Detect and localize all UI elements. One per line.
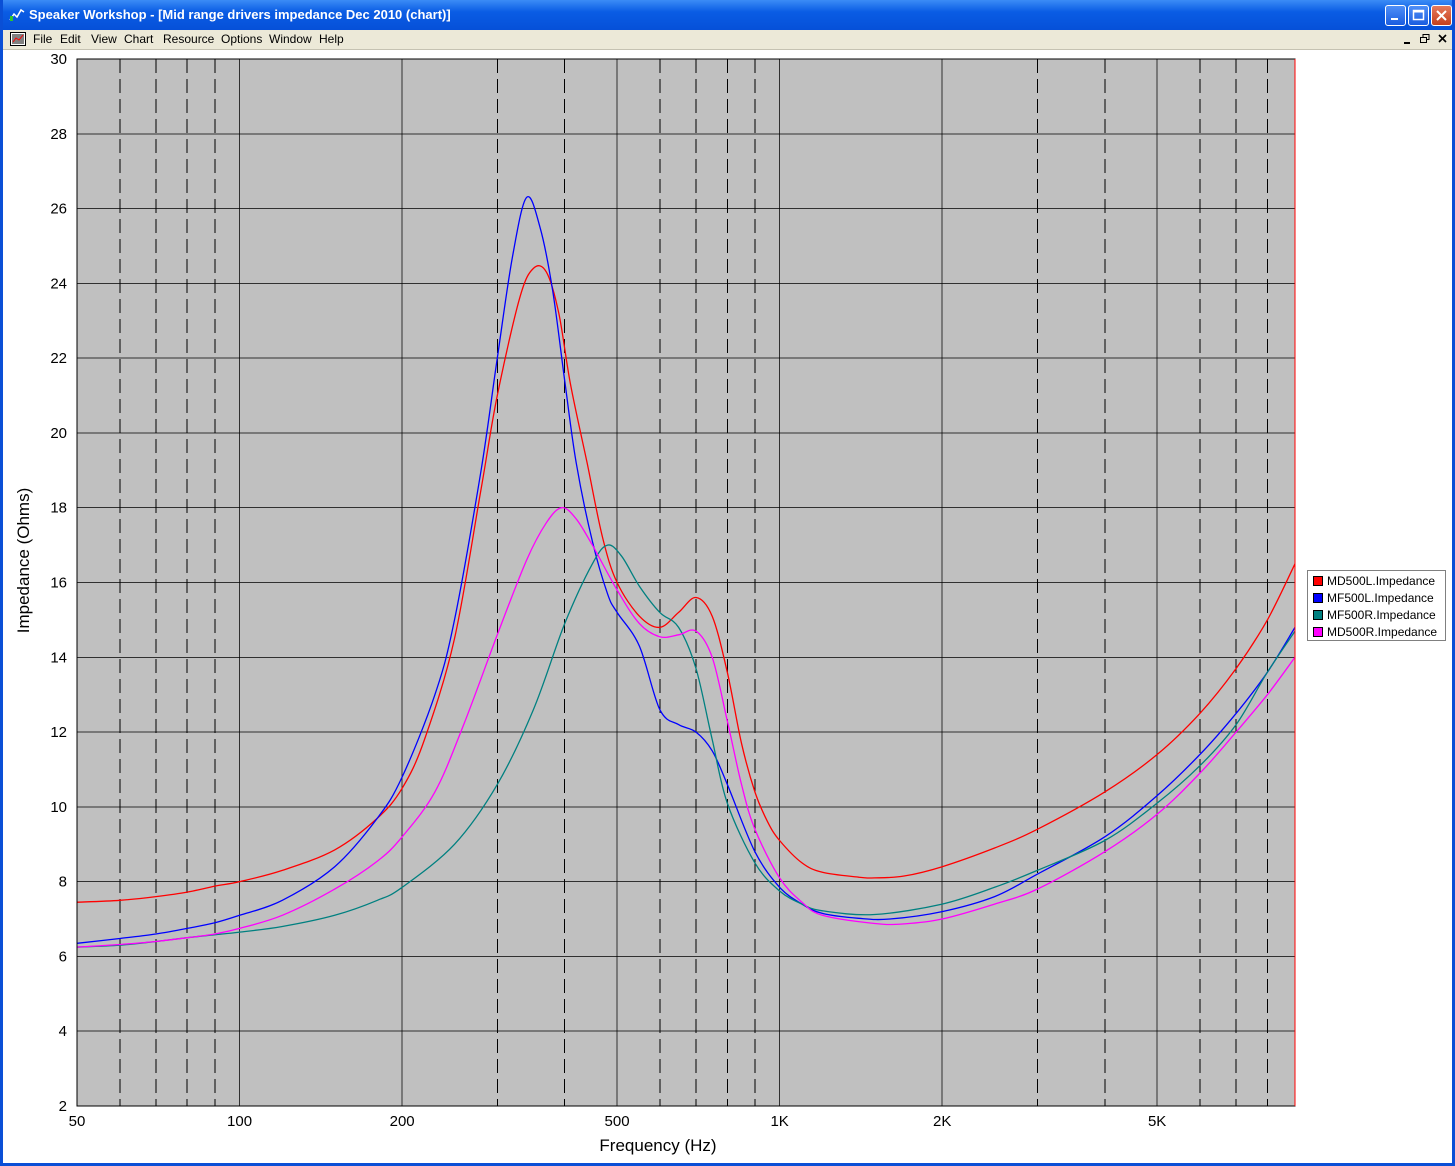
title-bar[interactable]: Speaker Workshop - [Mid range drivers im… [3, 0, 1452, 30]
menu-file[interactable]: File [33, 32, 52, 46]
speaker-chart-icon [9, 8, 25, 21]
y-tick-label: 8 [59, 874, 67, 891]
x-axis-ticks: 50 100 200 500 1K 2K 5K [69, 1113, 1167, 1130]
maximize-icon [1412, 9, 1425, 21]
legend-label: MF500L.Impedance [1327, 591, 1434, 605]
close-icon [1436, 10, 1447, 21]
legend-item[interactable]: MD500R.Impedance [1311, 624, 1445, 640]
mdi-restore-icon [1420, 34, 1430, 43]
y-tick-label: 2 [59, 1098, 67, 1115]
y-tick-label: 20 [50, 425, 67, 442]
menu-help[interactable]: Help [319, 32, 344, 46]
y-axis-ticks: 24681012141618202224262830 [50, 51, 67, 1115]
mdi-close-icon [1438, 34, 1447, 43]
legend-item[interactable]: MD500L.Impedance [1311, 573, 1445, 589]
menu-edit[interactable]: Edit [60, 32, 81, 46]
legend-label: MD500R.Impedance [1327, 625, 1438, 639]
menu-options[interactable]: Options [221, 32, 262, 46]
minimize-icon [1391, 18, 1398, 20]
menu-view[interactable]: View [91, 32, 117, 46]
document-chart-icon[interactable] [10, 32, 26, 46]
y-tick-label: 26 [50, 201, 67, 218]
x-tick-label: 500 [605, 1113, 630, 1130]
mdi-restore-button[interactable] [1418, 32, 1432, 46]
x-tick-label: 100 [227, 1113, 252, 1130]
x-tick-label: 2K [933, 1113, 951, 1130]
menu-resource[interactable]: Resource [163, 32, 214, 46]
legend-item[interactable]: MF500L.Impedance [1311, 590, 1445, 606]
legend-swatch [1313, 610, 1323, 620]
close-button[interactable] [1431, 5, 1452, 26]
menu-window[interactable]: Window [269, 32, 312, 46]
legend-swatch [1313, 627, 1323, 637]
mdi-close-button[interactable] [1436, 32, 1450, 46]
legend-swatch [1313, 593, 1323, 603]
legend: MD500L.Impedance MF500L.Impedance MF500R… [1307, 570, 1446, 641]
menu-chart[interactable]: Chart [124, 32, 153, 46]
x-axis-label: Frequency (Hz) [599, 1136, 716, 1155]
x-tick-label: 5K [1148, 1113, 1166, 1130]
y-tick-label: 22 [50, 350, 67, 367]
y-tick-label: 4 [59, 1023, 67, 1040]
menu-bar: File Edit View Chart Resource Options Wi… [3, 30, 1452, 50]
legend-label: MD500L.Impedance [1327, 574, 1436, 588]
y-tick-label: 24 [50, 275, 67, 292]
impedance-chart: 24681012141618202224262830 50 100 200 500 1K… [14, 51, 1296, 1155]
y-tick-label: 18 [50, 500, 67, 517]
mdi-minimize-button[interactable] [1401, 32, 1415, 46]
maximize-button[interactable] [1408, 5, 1429, 26]
legend-label: MF500R.Impedance [1327, 608, 1436, 622]
x-tick-label: 200 [390, 1113, 415, 1130]
app-window: Speaker Workshop - [Mid range drivers im… [0, 0, 1455, 1166]
y-axis-label: Impedance (Ohms) [14, 488, 33, 634]
window-title: Speaker Workshop - [Mid range drivers im… [29, 7, 451, 22]
minimize-button[interactable] [1385, 5, 1406, 26]
x-tick-label: 50 [69, 1113, 86, 1130]
y-tick-label: 10 [50, 799, 67, 816]
chart-document: 2 4 6 8 10 12 14 16 18 20 22 24 26 28 30 50 100 200 500 1K… [3, 50, 1452, 1163]
y-tick-label: 28 [50, 126, 67, 143]
mdi-minimize-icon [1404, 42, 1410, 44]
legend-swatch [1313, 576, 1323, 586]
legend-item[interactable]: MF500R.Impedance [1311, 607, 1445, 623]
y-tick-label: 16 [50, 575, 67, 592]
y-tick-label: 30 [50, 51, 67, 68]
y-tick-label: 12 [50, 724, 67, 741]
y-tick-label: 14 [50, 649, 67, 666]
x-tick-label: 1K [770, 1113, 788, 1130]
y-tick-label: 6 [59, 948, 67, 965]
